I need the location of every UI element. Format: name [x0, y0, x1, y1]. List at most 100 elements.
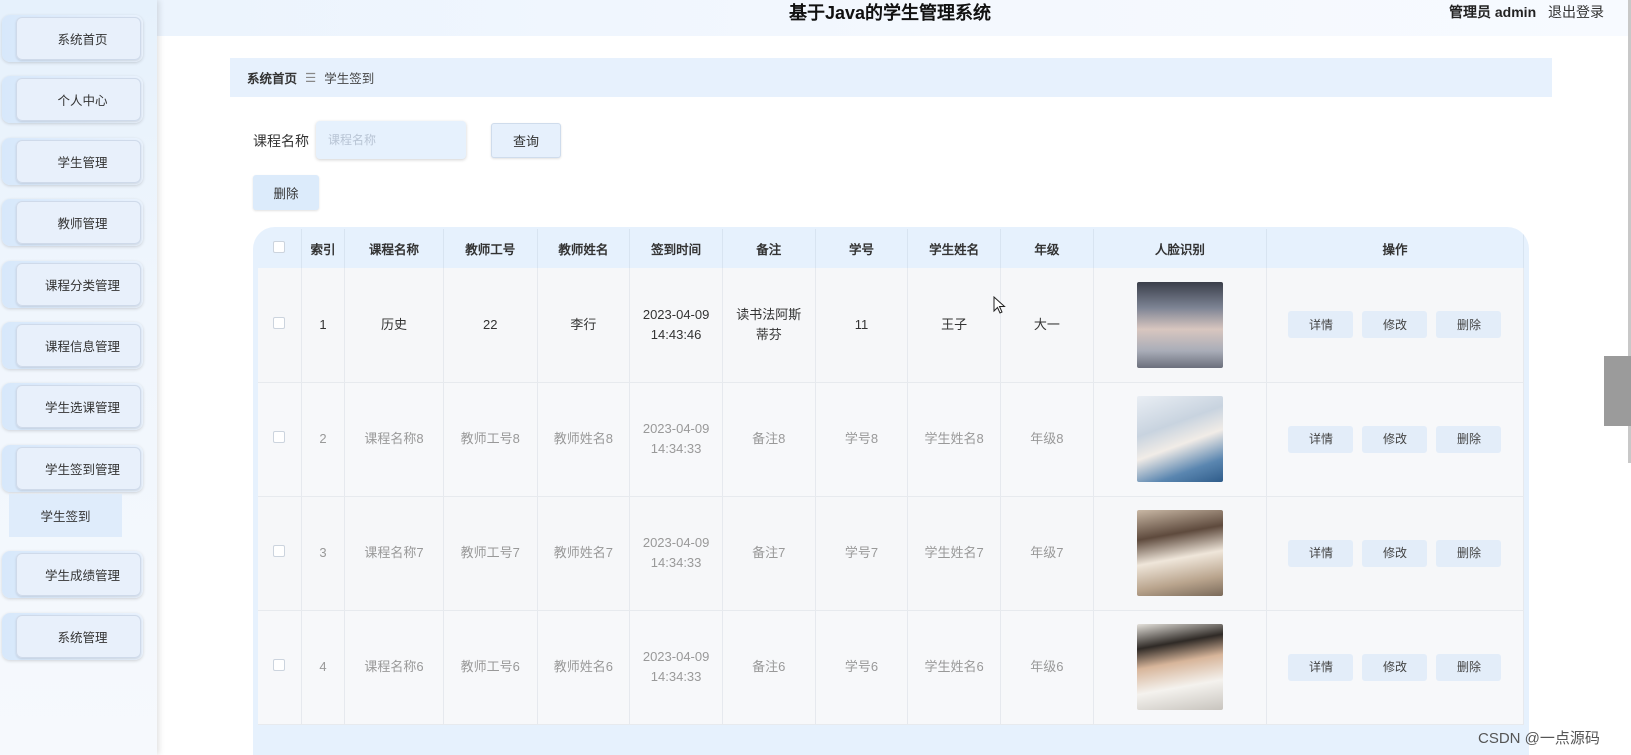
cell-teacher-id: 教师工号6	[443, 610, 538, 725]
cell-student-id: 11	[815, 268, 909, 383]
cell-face-photo	[1093, 382, 1267, 497]
sidebar-item-system[interactable]: 系统管理	[2, 613, 143, 660]
sidebar-item-attendance[interactable]: 学生签到管理	[2, 445, 143, 492]
cell-student-name: 学生姓名8	[907, 382, 1001, 497]
side-collapse-tab[interactable]	[1604, 356, 1631, 426]
delete-button[interactable]: 删除	[1436, 425, 1502, 453]
cell-actions: 详情 修改 删除	[1266, 496, 1525, 611]
row-select-cell	[258, 610, 302, 725]
cell-actions: 详情 修改 删除	[1266, 382, 1525, 497]
checkin-date: 2023-04-09	[642, 535, 710, 550]
checkin-date: 2023-04-09	[642, 306, 710, 322]
cell-index: 2	[301, 382, 346, 497]
cell-index: 1	[301, 268, 346, 383]
detail-button[interactable]: 详情	[1288, 311, 1354, 339]
delete-button[interactable]: 删除	[1436, 539, 1502, 567]
sidebar-item-home[interactable]: 系统首页	[2, 15, 143, 62]
detail-button[interactable]: 详情	[1288, 425, 1354, 453]
attendance-table: 索引 课程名称 教师工号 教师姓名 签到时间 备注 学号 学生姓名 年级 人脸识…	[258, 229, 1525, 725]
cell-student-name: 学生姓名6	[907, 610, 1001, 725]
cell-note: 读书法阿斯蒂芬	[722, 268, 816, 383]
delete-button[interactable]: 删除	[1436, 311, 1502, 339]
face-photo[interactable]	[1136, 396, 1223, 482]
column-header: 教师姓名	[537, 229, 631, 268]
column-header: 学生姓名	[907, 229, 1001, 268]
cell-checkin-time: 2023-04-09 14:43:46	[629, 268, 723, 383]
query-button[interactable]: 查询	[491, 123, 561, 158]
cell-grade: 年级7	[1000, 496, 1094, 611]
row-checkbox[interactable]	[273, 659, 286, 671]
row-checkbox[interactable]	[273, 545, 286, 557]
table-row: 3 课程名称7 教师工号7 教师姓名7 2023-04-09 14:34:33 备注7 学号7…	[258, 496, 1525, 611]
breadcrumb: 系统首页 ☰ 学生签到	[230, 58, 1552, 97]
sidebar-subitem-attendance[interactable]: 学生签到	[9, 494, 122, 537]
edit-button[interactable]: 修改	[1362, 539, 1428, 567]
checkin-date: 2023-04-09	[642, 421, 710, 436]
detail-button[interactable]: 详情	[1288, 653, 1354, 681]
cell-grade: 大一	[1000, 268, 1094, 383]
sidebar: 系统首页 个人中心 学生管理 教师管理 课程分类管理 课程信息管理 学生选课管理…	[0, 0, 157, 755]
column-header: 人脸识别	[1093, 229, 1267, 268]
edit-button[interactable]: 修改	[1362, 425, 1428, 453]
cell-checkin-time: 2023-04-09 14:34:33	[629, 496, 723, 611]
detail-button[interactable]: 详情	[1288, 539, 1354, 567]
sidebar-item-profile[interactable]: 个人中心	[2, 76, 143, 123]
cell-course: 课程名称6	[344, 610, 444, 725]
cell-student-id: 学号7	[815, 496, 909, 611]
column-header: 签到时间	[629, 229, 723, 268]
sidebar-item-label: 学生签到管理	[16, 447, 141, 490]
sidebar-item-label: 个人中心	[16, 78, 141, 121]
watermark: CSDN @一点源码	[1478, 730, 1600, 747]
table-row: 4 课程名称6 教师工号6 教师姓名6 2023-04-09 14:34:33 备注6 学号6…	[258, 610, 1525, 725]
column-header: 备注	[722, 229, 816, 268]
face-photo[interactable]	[1136, 281, 1223, 368]
cell-note: 备注8	[722, 382, 816, 497]
delete-button[interactable]: 删除	[1436, 653, 1502, 681]
cell-teacher-id: 教师工号7	[443, 496, 538, 611]
sidebar-item-label: 系统管理	[16, 615, 141, 658]
row-select-cell	[258, 268, 302, 383]
face-photo[interactable]	[1136, 624, 1223, 710]
cell-teacher-name: 教师姓名6	[537, 610, 631, 725]
sidebar-item-label: 课程信息管理	[16, 324, 141, 367]
cell-grade: 年级8	[1000, 382, 1094, 497]
cell-actions: 详情 修改 删除	[1266, 610, 1525, 725]
cell-teacher-name: 教师姓名8	[537, 382, 631, 497]
cell-face-photo	[1093, 268, 1267, 383]
cell-student-id: 学号8	[815, 382, 909, 497]
course-name-search-input[interactable]	[316, 121, 466, 159]
checkin-clock: 14:34:33	[650, 555, 702, 570]
sidebar-item-course-selection[interactable]: 学生选课管理	[2, 383, 143, 430]
checkin-clock: 14:34:33	[650, 669, 702, 684]
row-checkbox[interactable]	[273, 431, 286, 443]
table-row: 2 课程名称8 教师工号8 教师姓名8 2023-04-09 14:34:33 备注8 学号8…	[258, 382, 1525, 497]
column-header: 课程名称	[344, 229, 444, 268]
cell-grade: 年级6	[1000, 610, 1094, 725]
sidebar-item-label: 系统首页	[16, 17, 141, 60]
cell-index: 4	[301, 610, 346, 725]
select-all-cell	[258, 229, 302, 268]
row-select-cell	[258, 496, 302, 611]
cell-face-photo	[1093, 496, 1267, 611]
column-header: 年级	[1000, 229, 1094, 268]
sidebar-item-teachers[interactable]: 教师管理	[2, 199, 143, 246]
face-photo[interactable]	[1136, 510, 1223, 596]
cell-note: 备注6	[722, 610, 816, 725]
breadcrumb-home[interactable]: 系统首页	[247, 68, 297, 87]
cell-teacher-name: 教师姓名7	[537, 496, 631, 611]
top-bar: 基于Java的学生管理系统 管理员 admin 退出登录	[0, 0, 1631, 36]
sidebar-item-course-info[interactable]: 课程信息管理	[2, 322, 143, 369]
cell-checkin-time: 2023-04-09 14:34:33	[629, 382, 723, 497]
sidebar-item-students[interactable]: 学生管理	[2, 138, 143, 185]
column-header: 教师工号	[443, 229, 538, 268]
select-all-checkbox[interactable]	[273, 241, 286, 253]
sidebar-item-course-categories[interactable]: 课程分类管理	[2, 261, 143, 308]
logout-link[interactable]: 退出登录	[1548, 2, 1604, 22]
edit-button[interactable]: 修改	[1362, 653, 1428, 681]
row-checkbox[interactable]	[273, 316, 286, 329]
sidebar-item-grades[interactable]: 学生成绩管理	[2, 551, 143, 598]
batch-delete-button[interactable]: 删除	[253, 175, 319, 210]
edit-button[interactable]: 修改	[1362, 311, 1428, 339]
column-header: 学号	[815, 229, 909, 268]
cell-course: 历史	[344, 268, 444, 383]
